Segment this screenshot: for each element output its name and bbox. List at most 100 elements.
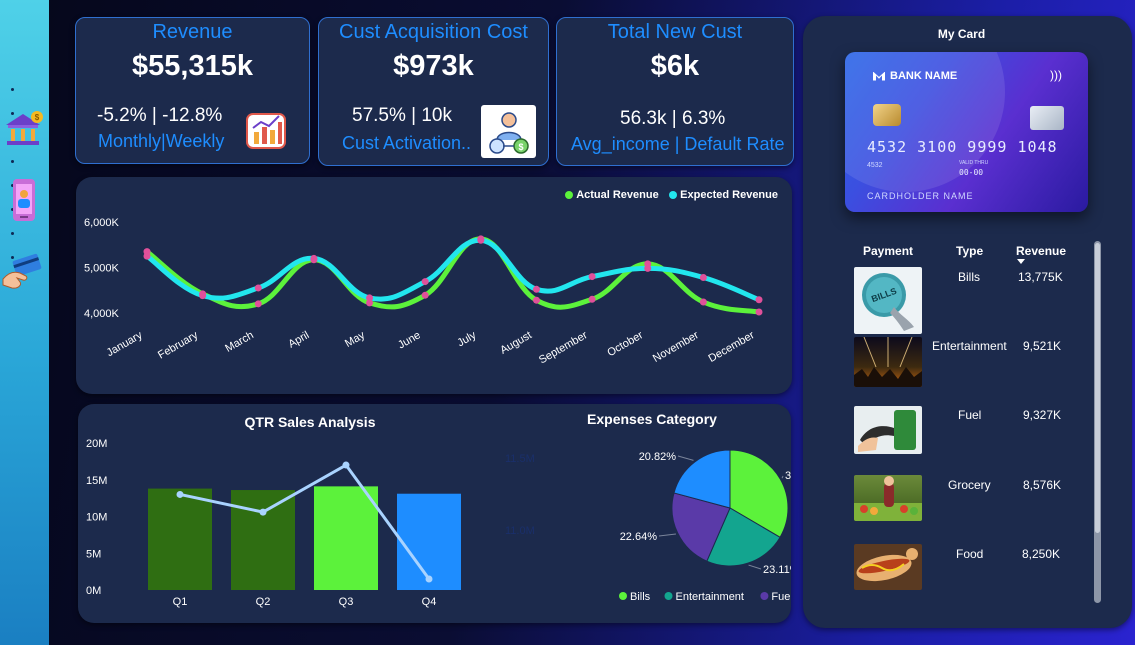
y-tick-label: 10M bbox=[86, 512, 107, 524]
bank-icon[interactable]: $ bbox=[1, 108, 45, 152]
sort-desc-icon[interactable] bbox=[1017, 259, 1025, 264]
row-bills-type: Bills bbox=[958, 270, 981, 284]
customer-activation-icon: $ bbox=[481, 105, 536, 158]
data-point[interactable] bbox=[310, 254, 318, 262]
pie-legend-label[interactable]: Bills bbox=[630, 591, 651, 603]
nav-dot bbox=[11, 232, 14, 235]
data-point[interactable] bbox=[366, 294, 374, 302]
data-point[interactable] bbox=[199, 292, 207, 300]
row-entertainment-revenue: 9,521K bbox=[1023, 339, 1062, 353]
card-payment-icon[interactable] bbox=[0, 250, 44, 294]
card-number: 4532 3100 9999 1048 bbox=[867, 138, 1058, 156]
revenue-kpi-card: Revenue $55,315k -5.2% | -12.8% Monthly|… bbox=[75, 17, 310, 164]
data-point[interactable] bbox=[588, 295, 596, 303]
x-tick-label: December bbox=[707, 329, 757, 365]
pie-leader-line bbox=[658, 533, 676, 537]
entertainment-thumbnail bbox=[854, 337, 922, 387]
bank-logo-icon bbox=[873, 71, 885, 81]
card-expiry-label: VALID THRU bbox=[959, 160, 989, 166]
x-tick-label: February bbox=[156, 329, 201, 362]
data-point[interactable] bbox=[755, 296, 763, 304]
bar-q3[interactable] bbox=[314, 486, 378, 590]
payments-scrollbar-thumb[interactable] bbox=[1095, 243, 1100, 533]
data-point[interactable] bbox=[254, 284, 262, 292]
trend-point[interactable] bbox=[342, 461, 350, 469]
row-fuel-type: Fuel bbox=[958, 408, 982, 422]
pie-legend-swatch bbox=[619, 592, 627, 600]
card-holder: CARDHOLDER NAME bbox=[867, 191, 974, 201]
revenue-line-chart: 6,000K 5,000K 4,000K January February March Ap… bbox=[84, 217, 763, 367]
pie-legend-label[interactable]: Fuel bbox=[771, 591, 791, 603]
payments-header-type[interactable]: Type bbox=[956, 244, 983, 258]
new-cust-title: Total New Cust bbox=[607, 21, 743, 43]
x-tick-label: Q2 bbox=[256, 596, 271, 608]
fuel-thumbnail bbox=[854, 406, 922, 454]
data-point[interactable] bbox=[477, 236, 485, 244]
grocery-thumbnail bbox=[854, 475, 922, 521]
series-line-expected[interactable] bbox=[144, 237, 762, 303]
growth-chart-icon bbox=[245, 110, 287, 150]
my-card-panel: My Card BANK NAME ))) 4532 3100 9999 104… bbox=[803, 16, 1132, 628]
x-tick-label: January bbox=[105, 329, 145, 359]
y-tick-label: 5,000K bbox=[84, 263, 120, 275]
cac-value: $973k bbox=[393, 50, 474, 82]
pie-legend-swatch bbox=[760, 592, 769, 600]
data-point[interactable] bbox=[421, 291, 429, 299]
bar-q2[interactable] bbox=[231, 490, 295, 590]
food-thumbnail bbox=[854, 544, 922, 590]
nav-dot bbox=[11, 88, 14, 91]
row-entertainment-type: Entertainment bbox=[932, 339, 1007, 353]
pie-leader-line bbox=[748, 564, 762, 570]
cac-title: Cust Acquisition Cost bbox=[339, 21, 528, 43]
credit-card[interactable]: BANK NAME ))) 4532 3100 9999 1048 4532 V… bbox=[845, 52, 1088, 212]
bills-thumbnail: BILLS bbox=[854, 267, 922, 334]
x-tick-label: August bbox=[498, 329, 534, 357]
my-card-title: My Card bbox=[937, 27, 986, 41]
x-tick-label: October bbox=[605, 329, 645, 359]
card-small-number: 4532 bbox=[867, 162, 883, 169]
revenue-line-chart-panel: Actual Revenue Expected Revenue 6,000K 5,… bbox=[76, 177, 792, 394]
data-point[interactable] bbox=[143, 252, 151, 260]
expenses-pie-chart: 11.5M 11.0M 33.44% 23.11% 22.64% 20.82% Bills E… bbox=[505, 449, 791, 603]
trend-line[interactable] bbox=[179, 463, 431, 580]
pie-legend-label[interactable]: Entertainment bbox=[676, 591, 744, 603]
pie-legend-swatch bbox=[664, 592, 673, 600]
x-tick-label: Q1 bbox=[173, 596, 188, 608]
y-tick-label: 5M bbox=[86, 548, 101, 560]
data-point[interactable] bbox=[588, 273, 596, 281]
pie-value-label: 33.44% bbox=[785, 470, 791, 482]
y-tick-label: 20M bbox=[86, 438, 107, 450]
revenue-value: $55,315k bbox=[132, 50, 253, 82]
data-point[interactable] bbox=[421, 278, 429, 286]
data-point[interactable] bbox=[644, 264, 652, 272]
trend-point[interactable] bbox=[425, 575, 433, 583]
data-point[interactable] bbox=[699, 298, 707, 306]
payments-header-payment[interactable]: Payment bbox=[863, 244, 913, 258]
series-line-actual[interactable] bbox=[144, 236, 762, 315]
data-point[interactable] bbox=[699, 273, 707, 281]
pie-leader-line bbox=[677, 455, 694, 461]
trend-point[interactable] bbox=[176, 490, 184, 498]
pie-value-label: 23.11% bbox=[763, 564, 791, 576]
data-point[interactable] bbox=[532, 296, 540, 304]
row-bills-revenue: 13,775K bbox=[1018, 270, 1063, 284]
x-tick-label: Q3 bbox=[339, 596, 354, 608]
cac-caption: Cust Activation.. bbox=[342, 133, 472, 153]
row-food-type: Food bbox=[956, 547, 984, 561]
data-point[interactable] bbox=[755, 308, 763, 316]
revenue-change: -5.2% | -12.8% bbox=[97, 105, 223, 126]
new-cust-value: $6k bbox=[650, 50, 700, 82]
card-chip-icon bbox=[873, 104, 901, 126]
payments-header-revenue[interactable]: Revenue bbox=[1016, 244, 1066, 258]
data-point[interactable] bbox=[532, 285, 540, 293]
x-tick-label: September bbox=[537, 329, 590, 366]
data-point[interactable] bbox=[254, 300, 262, 308]
card-expiry: 00-00 bbox=[959, 168, 984, 177]
trend-point[interactable] bbox=[259, 508, 267, 516]
mobile-user-icon[interactable] bbox=[2, 178, 46, 222]
qtr-sales-bar-chart: 20M 15M 10M 5M 0M Q1 Q2 Q3 Q4 bbox=[86, 438, 461, 608]
x-tick-label: Q4 bbox=[422, 596, 437, 608]
payments-scrollbar[interactable] bbox=[1094, 241, 1101, 603]
new-cust-kpi-card: Total New Cust $6k 56.3k | 6.3% Avg_inco… bbox=[556, 17, 794, 166]
bar-q1[interactable] bbox=[148, 488, 212, 590]
